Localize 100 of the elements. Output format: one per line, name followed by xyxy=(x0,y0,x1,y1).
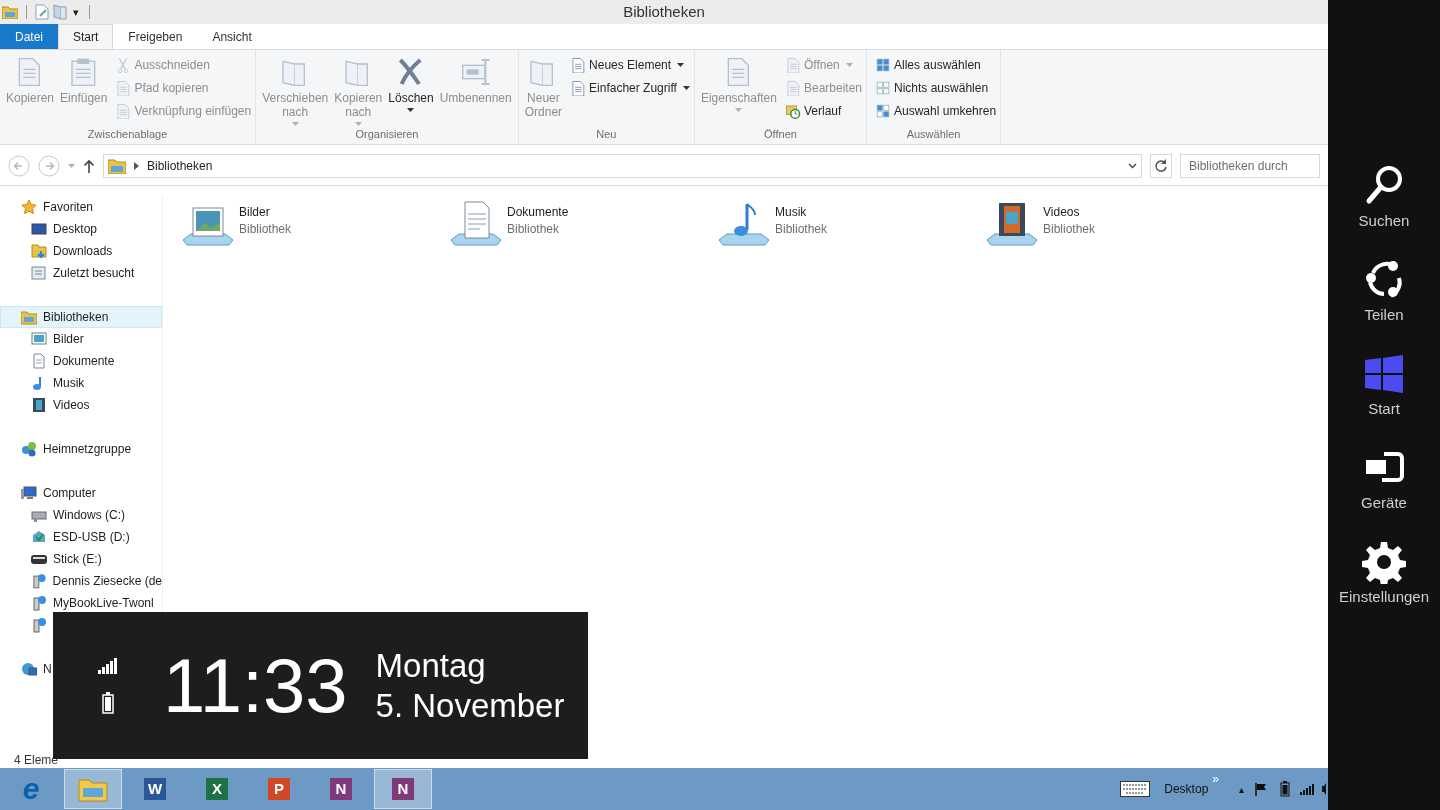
chevron-down-icon[interactable] xyxy=(1128,162,1137,169)
document-icon xyxy=(115,103,132,119)
document-icon xyxy=(115,80,132,96)
address-field[interactable]: Bibliotheken xyxy=(103,153,1142,178)
ribbon-button[interactable]: Einfacher Zugriff xyxy=(570,79,690,97)
nav-item[interactable]: Downloads xyxy=(0,240,162,262)
nav-item[interactable]: ESD-USB (D:) xyxy=(0,526,162,548)
clock-time: 11:33 xyxy=(163,643,348,728)
search-field[interactable]: Bibliotheken durch xyxy=(1180,153,1320,178)
nav-item[interactable]: Bibliotheken xyxy=(0,306,162,328)
settings-icon xyxy=(1362,540,1406,584)
ribbon-tab[interactable]: Start xyxy=(58,24,114,49)
group-label: Neu xyxy=(595,127,618,142)
battery-icon[interactable] xyxy=(1280,781,1290,797)
library-tile[interactable]: Bilder Bibliothek xyxy=(181,200,449,248)
folder-icon xyxy=(108,157,126,174)
taskbar-button[interactable]: W xyxy=(126,769,184,809)
charm-button[interactable]: Suchen xyxy=(1358,164,1410,230)
taskbar-button[interactable]: N xyxy=(374,769,432,809)
grid-icon xyxy=(875,103,891,119)
document-icon xyxy=(570,57,587,73)
ribbon-button[interactable]: Neues Element xyxy=(570,56,690,74)
group-label: Öffnen xyxy=(763,127,798,142)
grid-icon xyxy=(875,80,891,96)
document-icon xyxy=(570,80,587,96)
caret-icon xyxy=(682,86,690,90)
nav-item[interactable]: Desktop xyxy=(0,218,162,240)
document-icon[interactable] xyxy=(35,4,49,20)
up-arrow-icon[interactable] xyxy=(83,158,95,173)
rename-icon xyxy=(459,56,492,88)
library-tile[interactable]: Dokumente Bibliothek xyxy=(449,200,717,248)
star-icon xyxy=(21,199,37,215)
windows-logo-icon xyxy=(1362,352,1406,396)
desktop-toolbar-label[interactable]: Desktop xyxy=(1164,780,1209,798)
ribbon-tab[interactable]: Ansicht xyxy=(197,24,267,49)
history-icon xyxy=(784,103,801,119)
taskbar-button[interactable]: X xyxy=(188,769,246,809)
library-tile[interactable]: Videos Bibliothek xyxy=(985,200,1253,248)
nav-item[interactable]: Favoriten xyxy=(0,196,162,218)
library-name: Dokumente xyxy=(507,204,569,221)
signal-icon[interactable] xyxy=(1300,783,1314,795)
network-drive-icon xyxy=(31,573,47,589)
charm-button[interactable]: Start xyxy=(1362,352,1406,418)
nav-item[interactable]: Computer xyxy=(0,482,162,504)
nav-item[interactable]: Dokumente xyxy=(0,350,162,372)
ribbon-tab[interactable]: Datei xyxy=(0,24,58,49)
charm-button[interactable]: Teilen xyxy=(1362,258,1406,324)
document-library-icon xyxy=(449,200,503,248)
caret-icon xyxy=(735,108,743,112)
document-icon xyxy=(784,57,801,73)
nav-item[interactable]: Windows (C:) xyxy=(0,504,162,526)
drive-icon xyxy=(31,529,47,545)
nav-item[interactable]: MyBookLive-Twonl xyxy=(0,592,162,614)
nav-item[interactable]: Heimnetzgruppe xyxy=(0,438,162,460)
group-label: Zwischenablage xyxy=(86,127,169,142)
charm-button[interactable]: Geräte xyxy=(1361,446,1407,512)
flag-icon[interactable] xyxy=(1254,782,1268,796)
nav-item[interactable]: Videos xyxy=(0,394,162,416)
video-library-icon xyxy=(985,200,1039,248)
library-tile[interactable]: Musik Bibliothek xyxy=(717,200,985,248)
group-label: Auswählen xyxy=(905,127,962,142)
chevron-icon xyxy=(134,161,139,170)
app-logo-icon: P xyxy=(268,778,290,800)
ribbon-button[interactable]: Verlauf xyxy=(784,102,862,120)
ribbon-button[interactable]: Alles auswählen xyxy=(875,56,997,74)
nav-item[interactable]: Stick (E:) xyxy=(0,548,162,570)
app-logo-icon: e xyxy=(22,774,40,804)
clock-weekday: Montag xyxy=(375,645,487,686)
ribbon-tab[interactable]: Freigeben xyxy=(113,24,198,49)
nav-item[interactable]: Bilder xyxy=(0,328,162,350)
folder-icon xyxy=(78,776,108,802)
film-icon xyxy=(31,397,47,413)
taskbar-button[interactable]: N xyxy=(312,769,370,809)
ribbon-button[interactable]: Nichts auswählen xyxy=(875,79,997,97)
taskbar-button[interactable]: P xyxy=(250,769,308,809)
nav-item[interactable]: Dennis Ziesecke (de xyxy=(0,570,162,592)
refresh-icon[interactable] xyxy=(1150,153,1172,178)
app-logo-icon: N xyxy=(330,778,352,800)
show-hidden-icons-button[interactable]: ▴ xyxy=(1239,781,1244,797)
charm-button[interactable]: Einstellungen xyxy=(1338,540,1430,606)
library-name: Bilder xyxy=(239,204,271,221)
ribbon-button[interactable]: Auswahl umkehren xyxy=(875,102,997,120)
caret-icon xyxy=(354,122,362,126)
library-type: Bibliothek xyxy=(1043,221,1096,238)
customize-menu-button[interactable]: ▾ xyxy=(71,3,81,21)
history-caret-icon xyxy=(68,163,75,168)
network-icon xyxy=(21,661,37,677)
folder-icon xyxy=(31,243,47,259)
nav-item[interactable]: Zuletzt besucht xyxy=(0,262,162,284)
keyboard-icon[interactable] xyxy=(1120,781,1151,797)
document-icon xyxy=(784,80,801,96)
speaker-icon[interactable] xyxy=(1322,782,1326,796)
nav-item[interactable]: Musik xyxy=(0,372,162,394)
app-logo-icon: W xyxy=(144,778,166,800)
app-logo-icon: X xyxy=(206,778,228,800)
library-type: Bibliothek xyxy=(507,221,561,238)
picture-icon xyxy=(31,331,47,347)
monitor-icon xyxy=(31,221,47,237)
ribbon-button[interactable]: Löschen xyxy=(386,56,436,112)
caret-icon xyxy=(845,63,853,67)
